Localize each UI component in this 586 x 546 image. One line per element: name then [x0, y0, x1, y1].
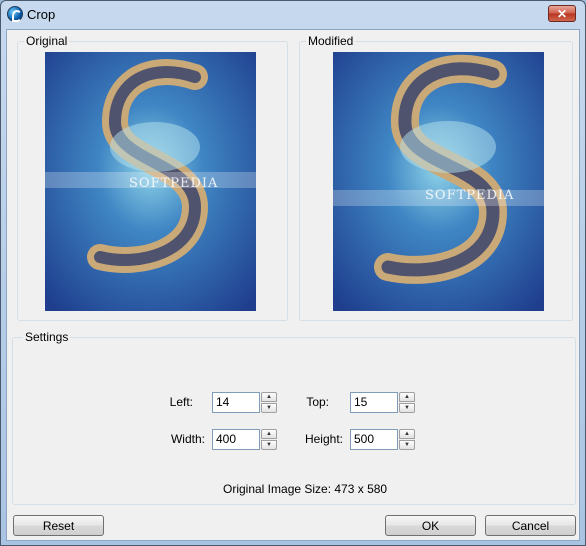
window-title: Crop [27, 7, 56, 22]
original-size-text: Original Image Size: 473 x 580 [223, 482, 388, 496]
title-bar[interactable]: Crop ✕ [1, 1, 585, 29]
spin-down-icon[interactable]: ▼ [261, 403, 277, 413]
modified-group-label: Modified [306, 34, 356, 48]
original-group: Original SOFTPEDIA [17, 34, 288, 321]
modified-watermark: SOFTPEDIA [425, 188, 515, 203]
crop-dialog: Crop ✕ Original SOFTPEDIA Modified SOFTP… [0, 0, 586, 546]
spin-up-icon[interactable]: ▲ [261, 392, 277, 402]
original-watermark: SOFTPEDIA [129, 176, 219, 191]
original-image: SOFTPEDIA [45, 52, 256, 311]
height-label: Height: [304, 432, 343, 446]
spin-down-icon[interactable]: ▼ [399, 403, 415, 413]
modified-image: SOFTPEDIA [333, 52, 544, 311]
spin-up-icon[interactable]: ▲ [399, 392, 415, 402]
height-spinner[interactable]: ▲ ▼ [399, 429, 415, 450]
original-group-label: Original [24, 34, 70, 48]
modified-group: Modified SOFTPEDIA [299, 34, 573, 321]
top-label: Top: [306, 395, 329, 409]
top-input[interactable]: 15 [350, 392, 398, 413]
ok-button[interactable]: OK [385, 515, 476, 536]
left-label: Left: [169, 395, 193, 409]
height-input[interactable]: 500 [350, 429, 398, 450]
top-spinner[interactable]: ▲ ▼ [399, 392, 415, 413]
spin-down-icon[interactable]: ▼ [261, 440, 277, 450]
width-label: Width: [170, 432, 205, 446]
reset-button[interactable]: Reset [13, 515, 104, 536]
spin-up-icon[interactable]: ▲ [261, 429, 277, 439]
width-input[interactable]: 400 [212, 429, 260, 450]
close-button[interactable]: ✕ [548, 5, 576, 22]
left-input[interactable]: 14 [212, 392, 260, 413]
settings-group-label: Settings [23, 330, 71, 344]
app-icon [7, 6, 23, 22]
close-icon: ✕ [556, 6, 568, 21]
cancel-button[interactable]: Cancel [485, 515, 576, 536]
settings-group: Settings [12, 330, 576, 505]
dialog-body: Original SOFTPEDIA Modified SOFTPEDIA Se… [6, 29, 580, 541]
width-spinner[interactable]: ▲ ▼ [261, 429, 277, 450]
spin-down-icon[interactable]: ▼ [399, 440, 415, 450]
left-spinner[interactable]: ▲ ▼ [261, 392, 277, 413]
spin-up-icon[interactable]: ▲ [399, 429, 415, 439]
